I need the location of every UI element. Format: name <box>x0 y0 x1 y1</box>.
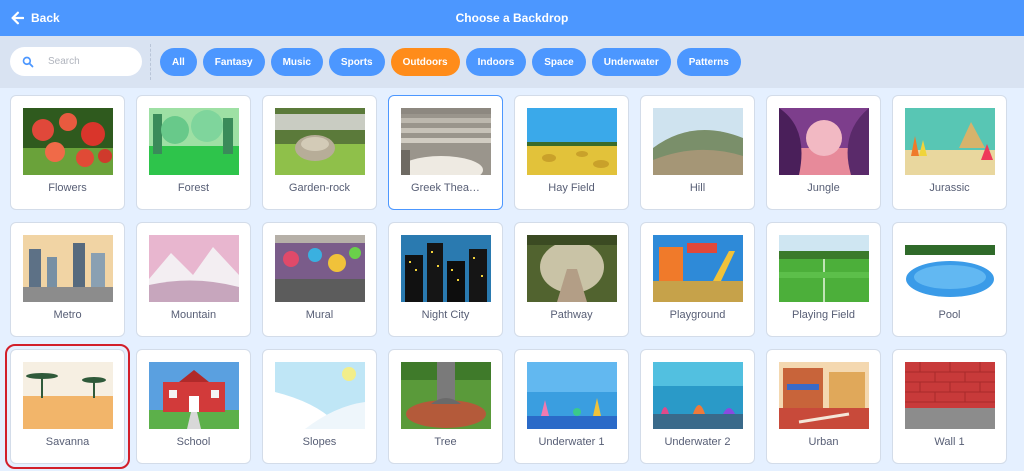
backdrop-tile[interactable]: Mural <box>262 222 377 337</box>
mountain-thumbnail <box>149 235 239 302</box>
page-title: Choose a Backdrop <box>455 11 569 25</box>
backdrop-tile[interactable]: Underwater 2 <box>640 349 755 464</box>
hay-field-thumbnail <box>527 108 617 175</box>
category-chips: All Fantasy Music Sports Outdoors Indoors Spac… <box>160 48 741 76</box>
backdrop-tile[interactable]: Underwater 1 <box>514 349 629 464</box>
urban-thumbnail <box>779 362 869 429</box>
backdrop-label: Wall 1 <box>934 436 965 448</box>
backdrop-tile[interactable]: Hill <box>640 95 755 210</box>
backdrop-tile[interactable]: Garden-rock <box>262 95 377 210</box>
jurassic-thumbnail <box>905 108 995 175</box>
backdrop-tile[interactable]: Wall 1 <box>892 349 1007 464</box>
backdrop-label: Underwater 2 <box>664 436 731 448</box>
mural-thumbnail <box>275 235 365 302</box>
category-chip-music[interactable]: Music <box>270 48 323 76</box>
category-chip-indoors[interactable]: Indoors <box>465 48 527 76</box>
backdrop-label: Pathway <box>550 309 593 321</box>
category-chip-outdoors[interactable]: Outdoors <box>390 48 460 76</box>
flowers-thumbnail <box>23 108 113 175</box>
backdrop-label: Underwater 1 <box>538 436 605 448</box>
backdrop-label: School <box>176 436 211 448</box>
backdrop-tile[interactable]: Playing Field <box>766 222 881 337</box>
garden-rock-thumbnail <box>275 108 365 175</box>
filter-divider <box>150 44 151 80</box>
category-chip-space[interactable]: Space <box>532 48 586 76</box>
category-chip-sports[interactable]: Sports <box>328 48 385 76</box>
backdrop-grid: Flowers Forest Garden-rock Greek Thea… Hay F… <box>5 95 1020 469</box>
backdrop-tile[interactable]: Night City <box>388 222 503 337</box>
backdrop-label: Night City <box>421 309 470 321</box>
backdrop-tile[interactable]: Metro <box>10 222 125 337</box>
night-city-thumbnail <box>401 235 491 302</box>
backdrop-tile[interactable]: Jurassic <box>892 95 1007 210</box>
back-button[interactable]: Back <box>10 0 60 36</box>
pool-thumbnail <box>905 235 995 302</box>
wall-1-thumbnail <box>905 362 995 429</box>
slopes-thumbnail <box>275 362 365 429</box>
backdrop-label: Urban <box>808 436 839 448</box>
filter-bar: AllFantasyMusicSportsOutdoorsIndoorsSpac… <box>0 36 1024 88</box>
backdrop-tile[interactable]: Savanna <box>5 344 130 469</box>
backdrop-label: Mountain <box>170 309 217 321</box>
forest-thumbnail <box>149 108 239 175</box>
backdrop-tile[interactable]: Pathway <box>514 222 629 337</box>
backdrop-label: Jungle <box>807 182 840 194</box>
backdrop-tile[interactable]: Flowers <box>10 95 125 210</box>
backdrop-label: Flowers <box>48 182 87 194</box>
backdrop-label: Pool <box>938 309 961 321</box>
tree-thumbnail <box>401 362 491 429</box>
jungle-thumbnail <box>779 108 869 175</box>
backdrop-tile[interactable]: School <box>136 349 251 464</box>
category-chip-fantasy[interactable]: Fantasy <box>202 48 265 76</box>
backdrop-label: Garden-rock <box>288 182 351 194</box>
category-chip-underwater[interactable]: Underwater <box>591 48 671 76</box>
category-chip-patterns[interactable]: Patterns <box>676 48 741 76</box>
backdrop-label: Slopes <box>302 436 337 448</box>
arrow-left-icon <box>11 11 24 25</box>
backdrop-tile[interactable]: Urban <box>766 349 881 464</box>
backdrop-tile[interactable]: Hay Field <box>514 95 629 210</box>
header-bar: Back Choose a Backdrop <box>0 0 1024 36</box>
search-input[interactable] <box>48 56 128 67</box>
backdrop-label: Savanna <box>45 436 90 448</box>
backdrop-label: Greek Thea… <box>411 182 480 194</box>
underwater-1-thumbnail <box>527 362 617 429</box>
hill-thumbnail <box>653 108 743 175</box>
backdrop-label: Tree <box>434 436 457 448</box>
greek-theater-thumbnail <box>401 108 491 175</box>
backdrop-tile[interactable]: Forest <box>136 95 251 210</box>
backdrop-label: Mural <box>305 309 334 321</box>
backdrop-tile[interactable]: Playground <box>640 222 755 337</box>
underwater-2-thumbnail <box>653 362 743 429</box>
search-box[interactable] <box>10 47 142 76</box>
backdrop-label: Hill <box>689 182 706 194</box>
backdrop-label: Forest <box>177 182 210 194</box>
backdrop-tile[interactable]: Mountain <box>136 222 251 337</box>
pathway-thumbnail <box>527 235 617 302</box>
savanna-thumbnail <box>23 362 113 429</box>
school-thumbnail <box>149 362 239 429</box>
backdrop-tile[interactable]: Tree <box>388 349 503 464</box>
backdrop-label: Metro <box>53 309 82 321</box>
backdrop-tile[interactable]: Slopes <box>262 349 377 464</box>
category-chip-all[interactable]: All <box>160 48 197 76</box>
playground-thumbnail <box>653 235 743 302</box>
metro-thumbnail <box>23 235 113 302</box>
backdrop-label: Playground <box>669 309 726 321</box>
backdrop-tile[interactable]: Jungle <box>766 95 881 210</box>
backdrop-tile[interactable]: Greek Thea… <box>388 95 503 210</box>
back-label: Back <box>31 11 60 25</box>
backdrop-tile[interactable]: Pool <box>892 222 1007 337</box>
playing-field-thumbnail <box>779 235 869 302</box>
backdrop-label: Hay Field <box>548 182 595 194</box>
search-icon <box>22 56 34 67</box>
backdrop-label: Playing Field <box>792 309 855 321</box>
backdrop-label: Jurassic <box>929 182 970 194</box>
